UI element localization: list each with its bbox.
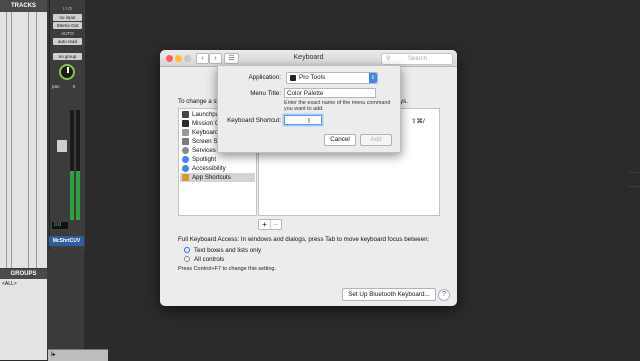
search-icon: ⚲ — [386, 56, 391, 62]
keyboard-icon — [182, 128, 189, 136]
radio-text-boxes-lists[interactable]: Text boxes and lists only — [184, 247, 261, 254]
instruction-text-tail: ys. — [400, 98, 408, 105]
tracks-list[interactable] — [0, 12, 47, 268]
edit-grid-line — [628, 172, 640, 173]
remove-shortcut-button[interactable]: − — [270, 220, 281, 229]
text-cursor-icon: I — [308, 118, 310, 125]
category-spotlight[interactable]: Spotlight — [180, 155, 255, 164]
input-selector[interactable]: no input — [53, 14, 82, 21]
spotlight-icon — [182, 155, 189, 163]
screenshot-icon — [182, 137, 189, 145]
output-selector[interactable]: Stereo Out — [53, 22, 82, 29]
app-shortcuts-icon — [182, 173, 189, 181]
setup-bluetooth-keyboard-button[interactable]: Set Up Bluetooth Keyboard... — [342, 288, 436, 301]
groups-row-all[interactable]: <ALL> — [2, 281, 17, 287]
group-selector[interactable]: no group — [53, 53, 82, 60]
category-app-shortcuts[interactable]: App Shortcuts — [180, 173, 255, 182]
close-button[interactable] — [166, 55, 173, 62]
add-button[interactable]: Add — [360, 134, 392, 146]
radio-unselected-icon — [184, 256, 190, 263]
radio-all-controls[interactable]: All controls — [184, 256, 224, 263]
application-label: Application: — [248, 74, 281, 81]
forward-button[interactable]: › — [209, 53, 222, 64]
menu-title-field[interactable]: Color Palette — [284, 88, 376, 98]
track-name-plate[interactable]: McShrtCUV — [49, 236, 84, 246]
pan-knob[interactable] — [59, 64, 75, 80]
menu-title-hint: Enter the exact name of the menu command… — [284, 100, 391, 112]
menu-title-label: Menu Title: — [250, 90, 281, 97]
keyboard-shortcut-label: Keyboard Shortcut: — [227, 117, 281, 124]
channel-strip: I / O no input Stereo Out AUTO auto read… — [49, 0, 85, 250]
window-titlebar: ‹ › ☰ Keyboard ⚲ Search — [160, 50, 457, 67]
chevron-left-icon: ‹ — [201, 55, 204, 62]
control-f7-note: Press Control+F7 to change this setting. — [178, 266, 276, 272]
gear-icon — [182, 146, 189, 154]
application-popup[interactable]: Pro Tools ⇕ — [286, 72, 378, 84]
search-field[interactable]: ⚲ Search — [381, 53, 453, 65]
mission-control-icon — [182, 119, 189, 127]
accessibility-icon — [182, 164, 189, 172]
auto-label: AUTO — [61, 31, 74, 36]
protools-bottom-bar: I▸ — [48, 349, 108, 361]
pan-value: 0 — [72, 84, 76, 89]
chevron-updown-icon: ⇕ — [369, 73, 377, 83]
chevron-right-icon: › — [214, 55, 217, 62]
add-shortcut-sheet: Application: Pro Tools ⇕ Menu Title: Col… — [217, 66, 401, 153]
back-button[interactable]: ‹ — [196, 53, 209, 64]
bottom-bar-control[interactable]: I▸ — [51, 350, 56, 361]
shortcut-keys: ⇧⌘/ — [411, 118, 425, 125]
application-value: Pro Tools — [299, 74, 326, 81]
protools-left-panel: TRACKS GROUPS <ALL> I / O no input Stere… — [0, 0, 85, 360]
pro-tools-app-icon — [290, 75, 296, 81]
show-all-button[interactable]: ☰ — [224, 53, 239, 64]
level-meter-left — [70, 110, 74, 220]
launchpad-icon — [182, 110, 189, 118]
groups-header: GROUPS — [0, 269, 47, 279]
help-button[interactable]: ? — [438, 289, 450, 301]
cancel-button[interactable]: Cancel — [324, 134, 356, 146]
minimize-button[interactable] — [175, 55, 182, 62]
level-meter-right — [76, 110, 80, 220]
search-placeholder: Search — [408, 56, 428, 62]
zoom-button[interactable] — [184, 55, 191, 62]
automation-mode-selector[interactable]: auto read — [53, 38, 82, 45]
grid-icon: ☰ — [228, 55, 235, 62]
pan-label: pan — [52, 84, 60, 89]
volume-fader[interactable] — [57, 140, 67, 152]
category-accessibility[interactable]: Accessibility — [180, 164, 255, 173]
volume-readout: 0.0 — [52, 222, 68, 229]
radio-selected-icon — [184, 247, 190, 254]
edit-grid-line — [628, 186, 640, 187]
groups-list[interactable]: <ALL> — [0, 279, 47, 360]
io-label: I / O — [63, 6, 72, 11]
full-keyboard-access-label: Full Keyboard Access: In windows and dia… — [178, 236, 430, 243]
add-remove-control: + − — [258, 219, 282, 230]
keyboard-shortcut-field[interactable] — [284, 115, 322, 125]
instruction-text: To change a sh — [178, 98, 220, 105]
